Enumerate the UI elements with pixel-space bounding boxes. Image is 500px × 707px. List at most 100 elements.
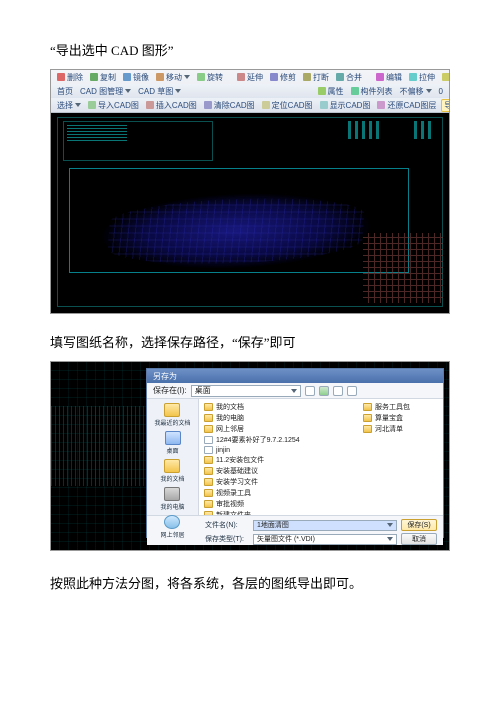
screenshot-cad-viewport: 删除 复制 镜像 移动 旋转 延伸 修剪 打断 合并 编辑 拉伸 圆角关闭 首页… bbox=[50, 69, 450, 314]
tb-copy[interactable]: 复制 bbox=[88, 72, 118, 83]
my-docs-icon bbox=[164, 459, 180, 473]
list-item[interactable]: 新建文件夹 bbox=[204, 510, 349, 515]
toolbar-row-2: 首页 CAD 图管理 CAD 草图 属性 构件列表 不偏移 0 bbox=[51, 84, 449, 98]
folder-icon bbox=[204, 403, 213, 411]
computer-icon bbox=[164, 487, 180, 501]
tb-delete[interactable]: 删除 bbox=[55, 72, 85, 83]
adjacent-grid bbox=[363, 233, 443, 303]
cancel-button[interactable]: 取消 bbox=[401, 533, 437, 545]
place-computer[interactable]: 我的电脑 bbox=[160, 487, 184, 511]
toolbar-row-1: 删除 复制 镜像 移动 旋转 延伸 修剪 打断 合并 编辑 拉伸 圆角关闭 bbox=[51, 70, 449, 84]
location-combo[interactable]: 桌面 bbox=[191, 385, 301, 397]
list-item[interactable]: 视频录工具 bbox=[204, 488, 349, 498]
list-item[interactable]: 审批视频 bbox=[204, 499, 349, 509]
tb-rotate[interactable]: 旋转 bbox=[195, 72, 225, 83]
tb-component-list[interactable]: 构件列表 bbox=[349, 86, 395, 97]
file-list-col1: 我的文档 我的电脑 网上邻居 12#4要素补好了9.7.2.1254 jinji… bbox=[204, 402, 349, 515]
file-icon bbox=[204, 436, 213, 444]
save-button[interactable]: 保存(S) bbox=[401, 519, 437, 531]
tb-mirror[interactable]: 镜像 bbox=[121, 72, 151, 83]
desktop-icon bbox=[165, 431, 181, 445]
folder-icon bbox=[363, 425, 372, 433]
filename-input[interactable]: 1地面清图 bbox=[253, 520, 397, 531]
filename-value: 1地面清图 bbox=[257, 520, 289, 530]
recent-docs-icon bbox=[164, 403, 180, 417]
tb-trim[interactable]: 修剪 bbox=[268, 72, 298, 83]
folder-icon bbox=[363, 403, 372, 411]
folder-icon bbox=[363, 414, 372, 422]
dialog-title: 另存为 bbox=[153, 371, 177, 382]
filetype-label: 保存类型(T): bbox=[205, 534, 249, 544]
caption-2: 填写图纸名称，选择保存路径，“保存”即可 bbox=[50, 332, 450, 351]
dialog-bottom: 文件名(N): 1地面清图 保存(S) 保存类型(T): 矢量图文件 (*.VD… bbox=[147, 515, 443, 545]
list-item[interactable]: 我的文档 bbox=[204, 402, 349, 412]
dialog-location-row: 保存在(I): 桌面 bbox=[147, 383, 443, 399]
dialog-title-bar: 另存为 bbox=[147, 369, 443, 383]
filetype-combo[interactable]: 矢量图文件 (*.VDI) bbox=[253, 534, 397, 545]
list-item[interactable]: 服务工具包 bbox=[363, 402, 410, 412]
chevron-down-icon bbox=[387, 523, 393, 527]
list-item[interactable]: jinjin bbox=[204, 446, 349, 454]
list-item[interactable]: 安装基础建议 bbox=[204, 466, 349, 476]
tb-no-offset[interactable]: 不偏移 bbox=[398, 86, 434, 97]
heading-1: “导出选中 CAD 图形” bbox=[50, 40, 450, 59]
tb-select[interactable]: 选择 bbox=[55, 100, 83, 111]
list-item[interactable]: 河北清单 bbox=[363, 424, 410, 434]
places-bar: 我最近的文档 桌面 我的文档 我的电脑 网上邻居 bbox=[147, 399, 199, 515]
cad-background-stripes bbox=[51, 406, 151, 486]
list-item[interactable]: 算量宝盒 bbox=[363, 413, 410, 423]
tab-cad-sketch[interactable]: CAD 草图 bbox=[136, 86, 183, 97]
up-folder-icon[interactable] bbox=[319, 386, 329, 396]
folder-icon bbox=[204, 456, 213, 464]
tb-stretch[interactable]: 拉伸 bbox=[407, 72, 437, 83]
tb-edit[interactable]: 编辑 bbox=[374, 72, 404, 83]
folder-icon bbox=[204, 478, 213, 486]
chevron-down-icon bbox=[291, 389, 297, 393]
tab-home[interactable]: 首页 bbox=[55, 86, 75, 97]
elevation-bars-2 bbox=[414, 121, 431, 139]
new-folder-icon[interactable] bbox=[333, 386, 343, 396]
save-as-dialog: 另存为 保存在(I): 桌面 我最近的文档 桌面 我的文档 我的电脑 网上邻居 bbox=[146, 368, 444, 538]
tb-insert-cad[interactable]: 插入CAD图 bbox=[144, 100, 199, 111]
tb-props[interactable]: 属性 bbox=[316, 86, 346, 97]
list-item[interactable]: 我的电脑 bbox=[204, 413, 349, 423]
tb-import-cad[interactable]: 导入CAD图 bbox=[86, 100, 141, 111]
screenshot-save-dialog: 另存为 保存在(I): 桌面 我最近的文档 桌面 我的文档 我的电脑 网上邻居 bbox=[50, 361, 450, 551]
list-item[interactable]: 网上邻居 bbox=[204, 424, 349, 434]
tb-coord: 0 bbox=[437, 87, 445, 96]
tb-join[interactable]: 合并 bbox=[334, 72, 364, 83]
filetype-value: 矢量图文件 (*.VDI) bbox=[257, 534, 315, 544]
tb-move[interactable]: 移动 bbox=[154, 72, 192, 83]
toolbar-row-3: 选择 导入CAD图 插入CAD图 清除CAD图 定位CAD图 显示CAD图 还原… bbox=[51, 98, 449, 112]
tb-fillet[interactable]: 圆角关闭 bbox=[440, 72, 449, 83]
tb-locate-cad[interactable]: 定位CAD图 bbox=[260, 100, 315, 111]
network-icon bbox=[164, 515, 180, 529]
view-menu-icon[interactable] bbox=[347, 386, 357, 396]
tb-show-cad[interactable]: 显示CAD图 bbox=[318, 100, 373, 111]
place-recent[interactable]: 我最近的文档 bbox=[154, 403, 190, 427]
chevron-down-icon bbox=[387, 537, 393, 541]
file-list-col2: 服务工具包 算量宝盒 河北清单 bbox=[363, 402, 410, 515]
list-item[interactable]: 11.2安装包文件 bbox=[204, 455, 349, 465]
folder-icon bbox=[204, 489, 213, 497]
tb-restore-layer[interactable]: 还原CAD图层 bbox=[375, 100, 438, 111]
tb-break[interactable]: 打断 bbox=[301, 72, 331, 83]
file-icon bbox=[204, 446, 213, 454]
tb-extend[interactable]: 延伸 bbox=[235, 72, 265, 83]
list-item[interactable]: 12#4要素补好了9.7.2.1254 bbox=[204, 435, 349, 445]
place-network[interactable]: 网上邻居 bbox=[160, 515, 184, 539]
tb-export-selected-cad[interactable]: 导出选中CAD图形 bbox=[441, 99, 449, 112]
tb-clear-cad[interactable]: 清除CAD图 bbox=[202, 100, 257, 111]
file-list-pane[interactable]: 我的文档 我的电脑 网上邻居 12#4要素补好了9.7.2.1254 jinji… bbox=[199, 399, 443, 515]
place-desktop[interactable]: 桌面 bbox=[165, 431, 181, 455]
folder-icon bbox=[204, 511, 213, 515]
place-docs[interactable]: 我的文档 bbox=[160, 459, 184, 483]
text-lines bbox=[67, 125, 127, 143]
tab-cad-manage[interactable]: CAD 图管理 bbox=[78, 86, 133, 97]
elevation-bars-1 bbox=[348, 121, 379, 139]
cad-viewport[interactable] bbox=[51, 113, 449, 313]
back-icon[interactable] bbox=[305, 386, 315, 396]
folder-icon bbox=[204, 467, 213, 475]
list-item[interactable]: 安装学习文件 bbox=[204, 477, 349, 487]
location-label: 保存在(I): bbox=[153, 385, 187, 396]
